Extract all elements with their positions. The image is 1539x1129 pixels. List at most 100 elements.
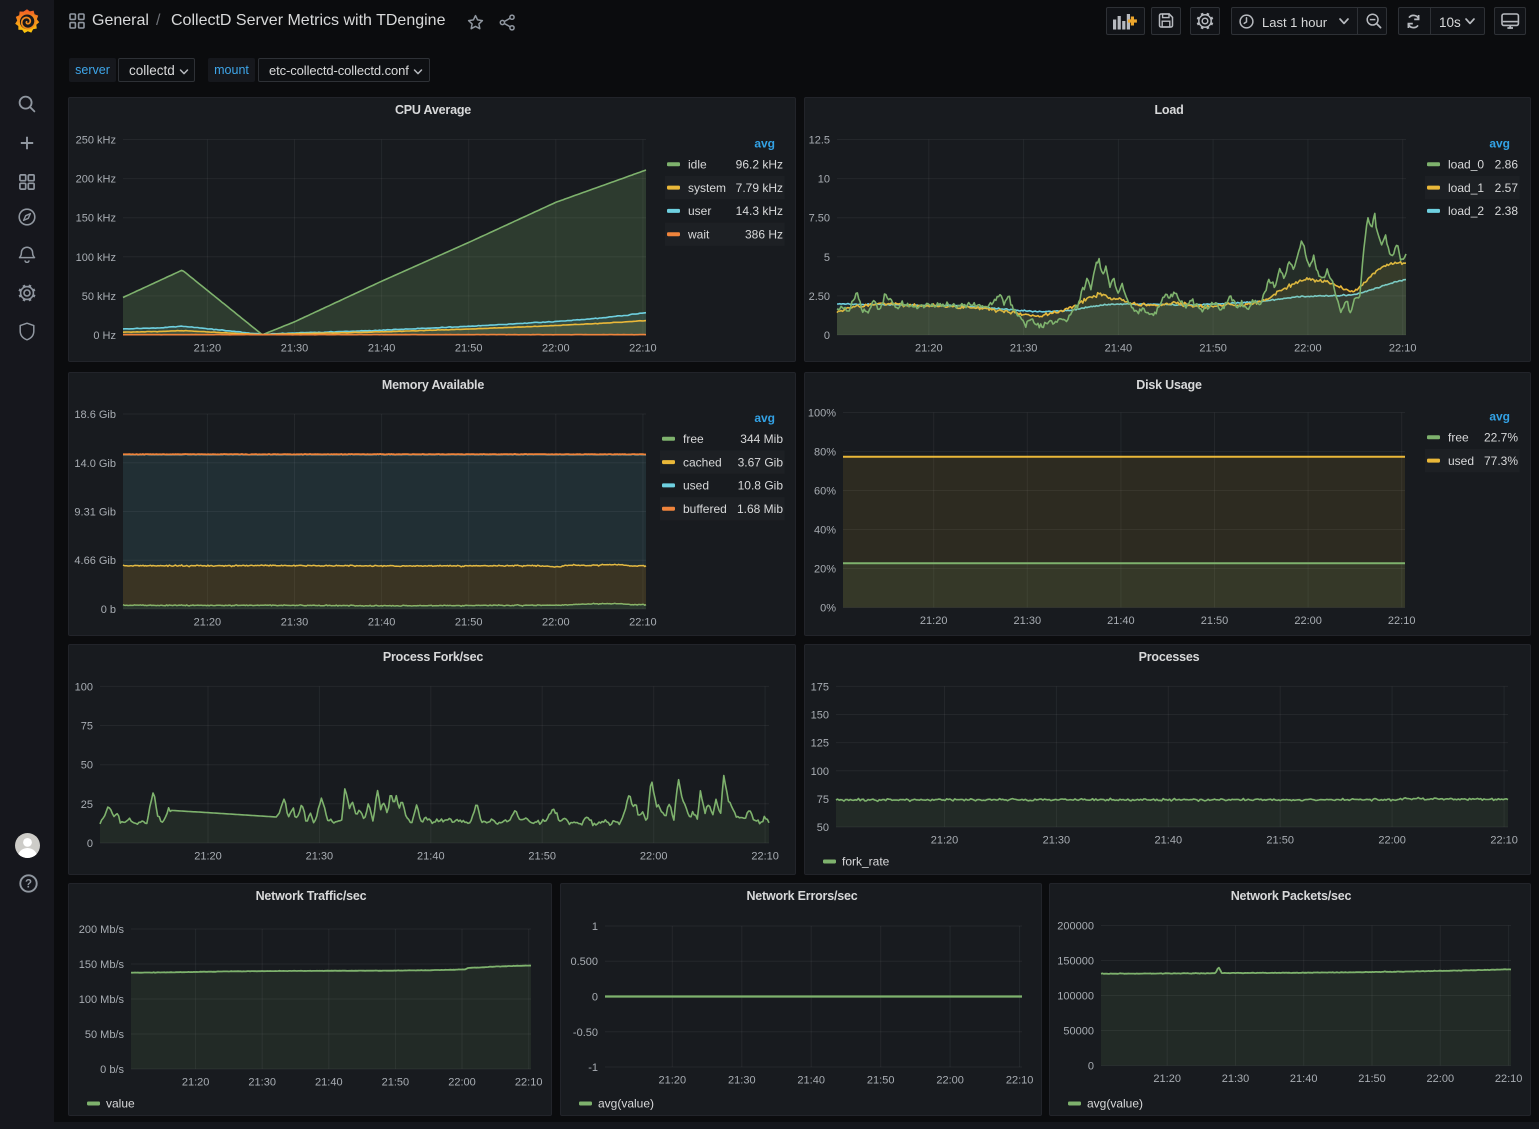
svg-text:22:10: 22:10 (751, 851, 779, 863)
svg-text:0: 0 (824, 330, 830, 342)
svg-text:22:10: 22:10 (1490, 835, 1518, 847)
svg-text:buffered: buffered (683, 502, 727, 516)
svg-text:?: ? (25, 879, 32, 891)
svg-text:21:50: 21:50 (1199, 343, 1227, 355)
svg-text:21:40: 21:40 (1107, 615, 1135, 627)
svg-text:0 b: 0 b (101, 604, 116, 616)
svg-text:21:40: 21:40 (368, 617, 396, 629)
svg-text:21:30: 21:30 (281, 617, 309, 629)
svg-text:150 Mb/s: 150 Mb/s (79, 959, 125, 971)
svg-text:21:40: 21:40 (1105, 343, 1133, 355)
svg-text:22:10: 22:10 (629, 617, 657, 629)
svg-text:21:50: 21:50 (867, 1075, 895, 1087)
svg-text:4.66 Gib: 4.66 Gib (74, 555, 116, 567)
svg-text:load_1: load_1 (1448, 181, 1484, 195)
svg-text:avg: avg (754, 137, 775, 151)
svg-text:21:50: 21:50 (528, 851, 556, 863)
svg-text:CPU Average: CPU Average (395, 103, 471, 117)
svg-text:21:50: 21:50 (455, 617, 483, 629)
svg-text:value: value (106, 1097, 135, 1111)
svg-text:21:40: 21:40 (417, 851, 445, 863)
svg-text:1.68 Mib: 1.68 Mib (737, 502, 783, 516)
svg-text:22:00: 22:00 (1294, 615, 1322, 627)
svg-text:avg(value): avg(value) (598, 1097, 654, 1111)
svg-text:25: 25 (81, 799, 93, 811)
svg-text:21:50: 21:50 (1358, 1073, 1386, 1085)
svg-text:40%: 40% (814, 525, 836, 537)
svg-text:avg: avg (1489, 137, 1510, 151)
svg-text:21:20: 21:20 (1153, 1073, 1181, 1085)
svg-text:7.50: 7.50 (809, 213, 830, 225)
svg-text:2.57: 2.57 (1495, 181, 1519, 195)
svg-text:100 kHz: 100 kHz (76, 252, 116, 264)
svg-text:0.500: 0.500 (570, 956, 598, 968)
svg-text:0: 0 (1088, 1061, 1094, 1073)
svg-text:21:20: 21:20 (920, 615, 948, 627)
svg-text:0: 0 (87, 838, 93, 850)
svg-text:80%: 80% (814, 447, 836, 459)
svg-text:22:10: 22:10 (629, 343, 657, 355)
svg-text:wait: wait (687, 227, 710, 241)
svg-text:50: 50 (81, 760, 93, 772)
svg-text:3.67 Gib: 3.67 Gib (738, 455, 784, 469)
svg-text:200 kHz: 200 kHz (76, 174, 116, 186)
svg-text:21:40: 21:40 (368, 343, 396, 355)
svg-text:21:40: 21:40 (797, 1075, 825, 1087)
svg-text:22:10: 22:10 (1495, 1073, 1523, 1085)
svg-text:20%: 20% (814, 564, 836, 576)
svg-text:avg(value): avg(value) (1087, 1097, 1143, 1111)
svg-text:18.6 Gib: 18.6 Gib (74, 409, 116, 421)
svg-text:21:50: 21:50 (1266, 835, 1294, 847)
svg-text:2.50: 2.50 (809, 291, 830, 303)
svg-text:50 kHz: 50 kHz (82, 291, 116, 303)
svg-text:200 Mb/s: 200 Mb/s (79, 924, 125, 936)
svg-text:50000: 50000 (1063, 1026, 1094, 1038)
svg-text:21:30: 21:30 (1010, 343, 1038, 355)
svg-text:21:40: 21:40 (1290, 1073, 1318, 1085)
svg-text:21:40: 21:40 (315, 1077, 343, 1089)
svg-text:21:40: 21:40 (1155, 835, 1183, 847)
svg-text:21:50: 21:50 (382, 1077, 410, 1089)
svg-text:21:30: 21:30 (248, 1077, 276, 1089)
svg-text:0 b/s: 0 b/s (100, 1064, 124, 1076)
svg-text:21:30: 21:30 (1043, 835, 1071, 847)
svg-text:used: used (683, 479, 709, 493)
svg-text:21:50: 21:50 (1201, 615, 1229, 627)
svg-text:load_0: load_0 (1448, 158, 1484, 172)
svg-text:Network Errors/sec: Network Errors/sec (746, 889, 857, 903)
svg-text:Memory Available: Memory Available (382, 378, 484, 392)
svg-text:12.5: 12.5 (809, 135, 830, 147)
svg-text:60%: 60% (814, 486, 836, 498)
svg-text:-0.50: -0.50 (573, 1027, 598, 1039)
svg-text:21:30: 21:30 (728, 1075, 756, 1087)
svg-text:22:00: 22:00 (448, 1077, 476, 1089)
svg-text:75: 75 (817, 794, 829, 806)
svg-text:22:10: 22:10 (515, 1077, 543, 1089)
svg-text:22:00: 22:00 (542, 617, 570, 629)
svg-text:21:20: 21:20 (931, 835, 959, 847)
svg-text:0 Hz: 0 Hz (93, 330, 116, 342)
svg-text:user: user (688, 204, 711, 218)
svg-text:21:50: 21:50 (455, 343, 483, 355)
svg-text:fork_rate: fork_rate (842, 855, 890, 869)
svg-text:Load: Load (1154, 103, 1183, 117)
svg-text:21:30: 21:30 (1222, 1073, 1250, 1085)
svg-text:21:20: 21:20 (194, 617, 222, 629)
svg-text:175: 175 (811, 681, 829, 693)
svg-text:96.2 kHz: 96.2 kHz (736, 158, 783, 172)
svg-text:0: 0 (592, 992, 598, 1004)
svg-text:22:10: 22:10 (1388, 615, 1416, 627)
svg-text:21:30: 21:30 (1014, 615, 1042, 627)
svg-text:21:30: 21:30 (281, 343, 309, 355)
svg-text:14.0 Gib: 14.0 Gib (74, 458, 116, 470)
svg-text:50: 50 (817, 822, 829, 834)
svg-text:100: 100 (811, 766, 829, 778)
svg-text:344 Mib: 344 Mib (740, 432, 783, 446)
svg-text:75: 75 (81, 721, 93, 733)
svg-text:50 Mb/s: 50 Mb/s (85, 1029, 125, 1041)
svg-text:22:00: 22:00 (640, 851, 668, 863)
svg-text:14.3 kHz: 14.3 kHz (736, 204, 783, 218)
svg-text:2.86: 2.86 (1495, 158, 1519, 172)
svg-text:22:00: 22:00 (1378, 835, 1406, 847)
svg-text:-1: -1 (588, 1062, 598, 1074)
